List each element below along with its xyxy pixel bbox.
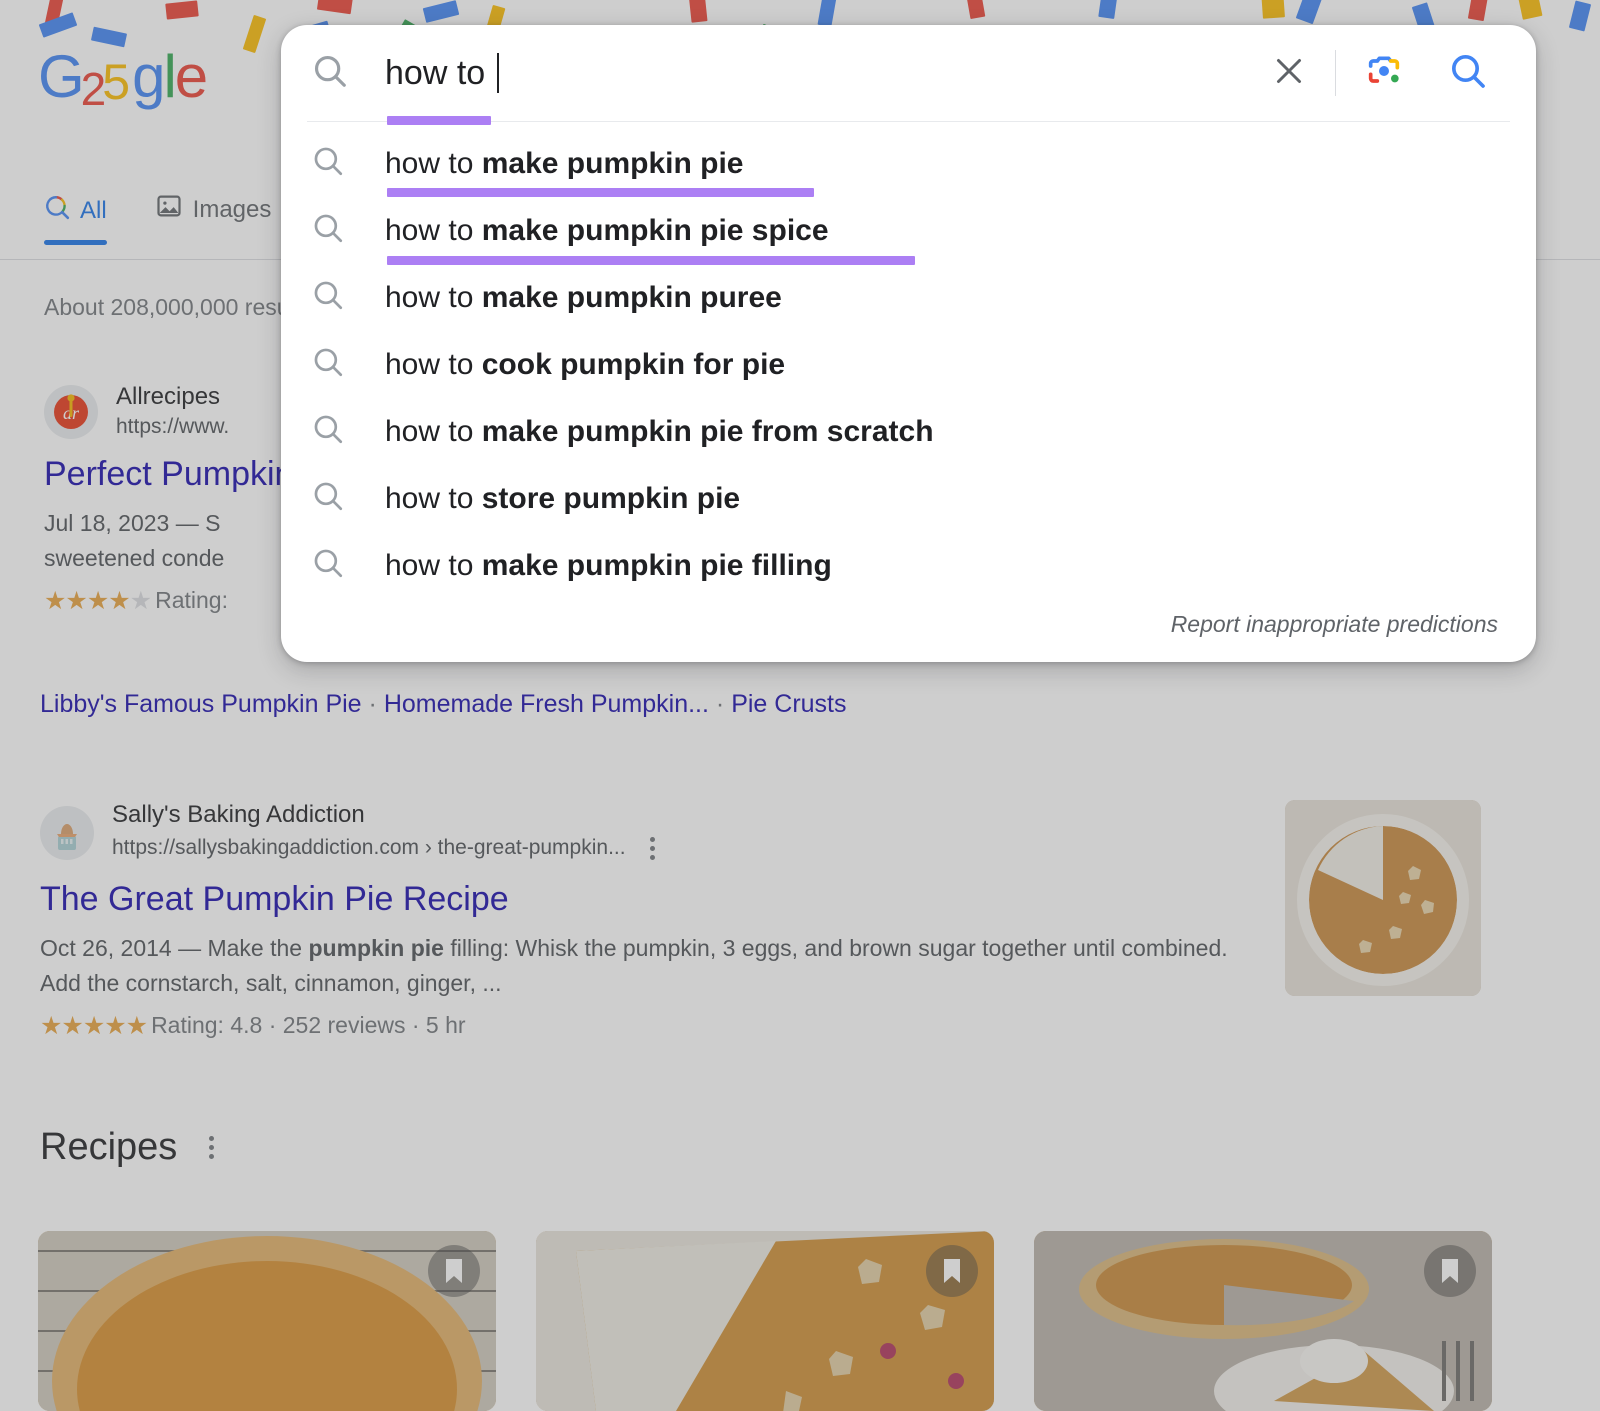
highlight-underline-suggestion-0 xyxy=(387,188,814,197)
recipe-cards-carousel xyxy=(38,1231,1492,1411)
search-icon xyxy=(311,479,349,518)
highlight-underline-query xyxy=(387,116,491,125)
suggestion-text: how to make pumpkin puree xyxy=(385,280,782,314)
sitelink-2[interactable]: Pie Crusts xyxy=(731,690,846,718)
recipe-card[interactable] xyxy=(38,1231,496,1411)
tab-all[interactable]: All xyxy=(44,194,107,245)
search-icon xyxy=(311,144,349,183)
sitelink-separator-1: · xyxy=(715,690,725,718)
recipe-card[interactable] xyxy=(536,1231,994,1411)
input-divider xyxy=(1335,50,1336,96)
suggestion-item-4[interactable]: how to make pumpkin pie from scratch xyxy=(281,398,1536,465)
kebab-menu-icon[interactable] xyxy=(640,831,665,866)
search-icon xyxy=(311,412,349,451)
suggestion-item-5[interactable]: how to store pumpkin pie xyxy=(281,465,1536,532)
result-date: Jul 18, 2023 xyxy=(44,510,170,537)
tab-images[interactable]: Images xyxy=(155,192,272,245)
allrecipes-favicon: ar xyxy=(44,384,98,439)
search-input[interactable]: how to xyxy=(385,53,1249,93)
suggestion-text: how to make pumpkin pie xyxy=(385,146,744,180)
star-rating-icon: ★★★★★ xyxy=(44,586,152,615)
image-icon xyxy=(155,192,183,227)
suggestion-item-2[interactable]: how to make pumpkin puree xyxy=(281,264,1536,331)
search-submit-button[interactable] xyxy=(1426,51,1510,96)
search-icon xyxy=(311,278,349,317)
recipes-section-header: Recipes xyxy=(40,1126,224,1169)
clear-search-button[interactable] xyxy=(1249,53,1329,94)
result-site-name: Sally's Baking Addiction xyxy=(112,801,365,828)
rating-text: Rating: 4.8 · 252 reviews · 5 hr xyxy=(151,1012,466,1039)
search-icon xyxy=(311,546,349,585)
suggestion-item-3[interactable]: how to cook pumpkin for pie xyxy=(281,331,1536,398)
result-url: https://www. xyxy=(116,414,230,438)
result-sitelinks: Libby's Famous Pumpkin Pie · Homemade Fr… xyxy=(40,690,847,719)
google-lens-camera-icon xyxy=(1364,51,1404,96)
result-thumbnail[interactable] xyxy=(1285,800,1481,996)
suggestion-item-0[interactable]: how to make pumpkin pie xyxy=(281,130,1536,197)
search-vertical-tabs: All Images xyxy=(44,192,271,245)
close-icon xyxy=(1271,53,1307,94)
suggestion-item-6[interactable]: how to make pumpkin pie filling xyxy=(281,532,1536,599)
report-predictions-link[interactable]: Report inappropriate predictions xyxy=(281,599,1536,652)
recipe-card[interactable] xyxy=(1034,1231,1492,1411)
result-url: https://sallysbakingaddiction.com › the-… xyxy=(112,836,626,860)
google-lens-button[interactable] xyxy=(1342,51,1426,96)
search-icon xyxy=(311,211,349,250)
suggestion-text: how to make pumpkin pie filling xyxy=(385,548,832,582)
text-caret xyxy=(496,53,499,93)
search-result-sallys: Sally's Baking Addiction https://sallysb… xyxy=(40,800,1240,1041)
suggestion-text: how to store pumpkin pie xyxy=(385,481,741,515)
bookmark-icon[interactable] xyxy=(428,1245,480,1297)
tab-images-label: Images xyxy=(192,195,272,223)
bookmark-icon[interactable] xyxy=(1424,1245,1476,1297)
suggestion-item-1[interactable]: how to make pumpkin pie spice xyxy=(281,197,1536,264)
rating-label: Rating: xyxy=(155,587,228,614)
result-site-name: Allrecipes xyxy=(116,383,221,410)
search-input-row[interactable]: how to xyxy=(281,25,1536,121)
suggestion-text: how to cook pumpkin for pie xyxy=(385,347,786,381)
result-snippet: Oct 26, 2014 — Make the pumpkin pie fill… xyxy=(40,934,1228,996)
sitelink-separator-0: · xyxy=(368,690,377,718)
search-icon xyxy=(311,52,349,95)
bookmark-icon[interactable] xyxy=(926,1245,978,1297)
highlight-underline-suggestion-1 xyxy=(387,256,915,265)
result-rating: ★★★★★ Rating: 4.8 · 252 reviews · 5 hr xyxy=(40,1011,1240,1041)
kebab-menu-icon[interactable] xyxy=(199,1130,224,1165)
sitelink-1[interactable]: Homemade Fresh Pumpkin... xyxy=(384,690,709,718)
sallys-favicon xyxy=(40,805,94,860)
tab-all-label: All xyxy=(80,196,107,224)
recipes-title: Recipes xyxy=(40,1126,178,1168)
results-count: About 208,000,000 results xyxy=(44,294,313,320)
result-date: Oct 26, 2014 xyxy=(40,934,172,961)
google-doodle-logo[interactable]: G25gle xyxy=(38,42,208,115)
google-search-icon xyxy=(44,194,70,227)
search-submit-icon xyxy=(1448,51,1488,96)
search-icon xyxy=(311,345,349,384)
sitelink-0[interactable]: Libby's Famous Pumpkin Pie xyxy=(40,690,362,718)
suggestion-text: how to make pumpkin pie spice xyxy=(385,213,829,247)
result-title-link[interactable]: The Great Pumpkin Pie Recipe xyxy=(40,880,1240,919)
suggestion-text: how to make pumpkin pie from scratch xyxy=(385,414,934,448)
search-input-value: how to xyxy=(385,54,495,92)
star-rating-icon: ★★★★★ xyxy=(40,1011,148,1040)
